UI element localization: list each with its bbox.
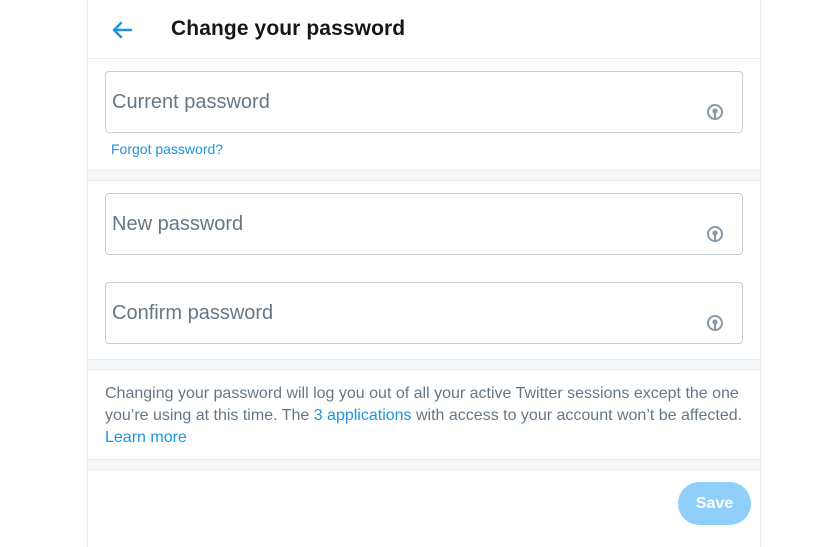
arrow-left-icon xyxy=(112,21,133,39)
back-button[interactable] xyxy=(107,15,137,45)
logout-info-text: Changing your password will log you out … xyxy=(105,383,750,449)
new-password-field xyxy=(105,193,743,255)
eye-reveal-icon[interactable] xyxy=(706,314,724,332)
settings-panel: Change your password Forgot password? Ch… xyxy=(87,0,761,547)
new-password-input[interactable] xyxy=(112,194,692,254)
eye-reveal-icon[interactable] xyxy=(706,103,724,121)
page-header: Change your password xyxy=(88,0,760,59)
section-divider xyxy=(88,459,760,470)
confirm-password-input[interactable] xyxy=(112,283,692,343)
learn-more-link[interactable]: Learn more xyxy=(105,429,187,446)
save-button[interactable]: Save xyxy=(678,482,751,525)
page: Change your password Forgot password? Ch… xyxy=(0,0,819,547)
forgot-password-link[interactable]: Forgot password? xyxy=(111,141,223,157)
section-divider xyxy=(88,359,760,370)
current-password-field xyxy=(105,71,743,133)
info-text-part2: with access to your account won’t be aff… xyxy=(411,407,743,424)
eye-reveal-icon[interactable] xyxy=(706,225,724,243)
current-password-input[interactable] xyxy=(112,72,692,132)
section-divider xyxy=(88,170,760,181)
confirm-password-field xyxy=(105,282,743,344)
applications-link[interactable]: 3 applications xyxy=(314,407,412,424)
page-title: Change your password xyxy=(171,17,406,40)
